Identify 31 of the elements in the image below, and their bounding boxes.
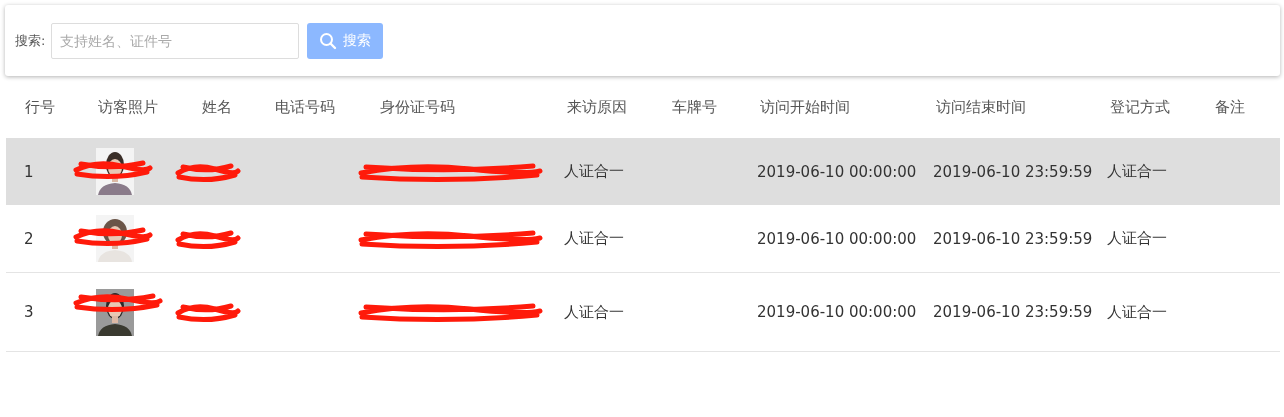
table-cell-text: 3 [23,303,35,321]
column-header: 来访原因 [566,97,628,117]
table-cell-text: 人证合一 [1106,302,1168,322]
table-cell-text: 2 [23,229,35,248]
column-header: 登记方式 [1109,97,1171,117]
column-header: 行号 [24,97,56,117]
search-icon [319,31,338,50]
column-header: 备注 [1214,97,1246,117]
column-header: 车牌号 [671,97,718,117]
table-cell-text: 人证合一 [1106,162,1168,181]
table-cell-text: 2019-06-10 23:59:59 [932,162,1091,181]
table-cell-text: 2019-06-10 23:59:59 [932,303,1091,321]
search-field[interactable]: 支持姓名、证件号 [51,22,300,59]
table-cell-text: 人证合一 [563,162,625,181]
search-label: 搜索: [15,31,46,50]
column-header: 访问结束时间 [935,97,1027,117]
table-cell-text: 人证合一 [563,302,625,322]
table-cell-text: 1 [23,162,35,181]
table-cell-text: 2019-06-10 23:59:59 [932,229,1091,248]
table-row[interactable]: 1 人证合一 2019-06-10 00:00:00 2019-06-10 23:59:59 人证合一 [6,138,1280,205]
table-cell-text: 人证合一 [1106,229,1168,248]
column-header: 电话号码 [274,97,336,117]
column-header: 姓名 [201,97,233,117]
table-cell-text: 2019-06-10 00:00:00 [756,229,917,248]
table-cell-text: 人证合一 [563,229,625,248]
column-header: 访问开始时间 [759,97,851,117]
column-header: 访客照片 [97,97,159,117]
column-header: 身份证号码 [379,97,456,117]
redaction-scribble [175,301,241,323]
table-cell-text: 2019-06-10 00:00:00 [756,162,917,181]
table-cell-text: 2019-06-10 00:00:00 [756,303,917,321]
